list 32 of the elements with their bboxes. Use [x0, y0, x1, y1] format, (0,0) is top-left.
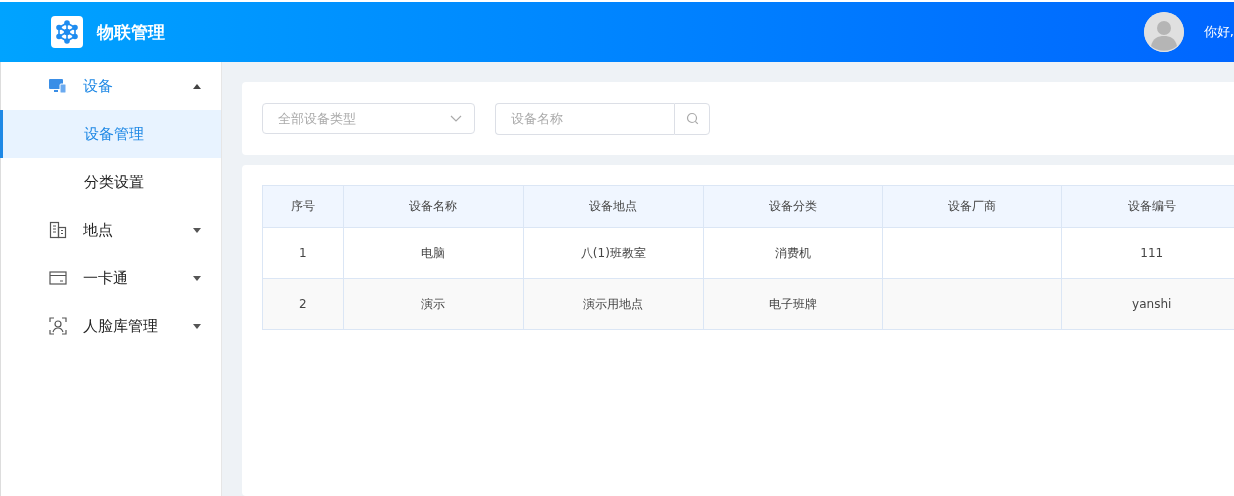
nav-group[interactable]: 一卡通: [1, 254, 221, 302]
column-header: 设备地点: [523, 185, 704, 228]
chevron-down-icon: [450, 115, 462, 122]
caret-icon: [193, 83, 201, 89]
search-icon: [685, 112, 699, 125]
table-cell: 电子班牌: [703, 278, 883, 330]
table-cell: 消费机: [703, 227, 883, 279]
search-button[interactable]: [674, 102, 710, 135]
search-field[interactable]: 设备名称: [495, 102, 674, 135]
column-header: 设备名称: [343, 185, 524, 228]
greeting-text: 你好,: [1203, 23, 1234, 41]
table-cell: 1: [262, 227, 344, 279]
table-cell: yanshi: [1062, 278, 1234, 330]
nav-group[interactable]: 设备: [1, 62, 221, 110]
table-cell: 演示用地点: [523, 278, 704, 330]
avatar-icon[interactable]: [1143, 12, 1184, 52]
table-cell: 2: [262, 278, 344, 330]
table-cell: 演示: [343, 278, 524, 330]
table-cell: 八(1)班教室: [523, 227, 704, 279]
column-header: 序号: [262, 185, 344, 228]
column-header: 设备分类: [703, 185, 883, 228]
logo-icon: [51, 16, 83, 48]
app-title: 物联管理: [97, 20, 165, 44]
table-cell: 电脑: [343, 227, 524, 279]
column-header: 设备厂商: [882, 185, 1062, 228]
caret-icon: [193, 275, 201, 281]
caret-icon: [193, 323, 201, 329]
column-header: 设备编号: [1062, 185, 1234, 228]
nav-group[interactable]: 人脸库管理: [1, 302, 221, 350]
caret-icon: [193, 227, 201, 233]
nav-group[interactable]: 地点: [1, 206, 221, 254]
nav-item[interactable]: 分类设置: [0, 158, 221, 206]
